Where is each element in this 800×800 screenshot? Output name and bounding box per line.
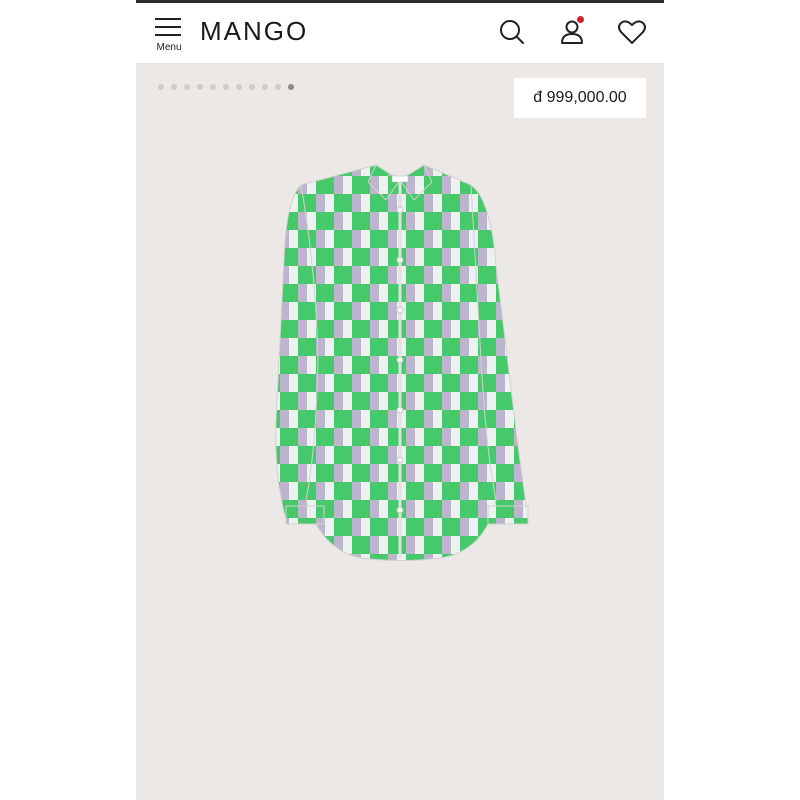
pagination-dot[interactable] bbox=[171, 84, 177, 90]
pagination-dot[interactable] bbox=[223, 84, 229, 90]
search-icon[interactable] bbox=[496, 16, 528, 48]
image-pagination[interactable] bbox=[158, 84, 294, 90]
product-image[interactable] bbox=[136, 140, 664, 580]
heart-icon[interactable] bbox=[616, 16, 648, 48]
phone-screen: Menu MANGO đ 999,000.00 bbox=[136, 0, 664, 800]
menu-button[interactable]: Menu bbox=[152, 16, 186, 56]
pagination-dot[interactable] bbox=[158, 84, 164, 90]
menu-label: Menu bbox=[156, 42, 182, 53]
pagination-dot[interactable] bbox=[210, 84, 216, 90]
pagination-dot[interactable] bbox=[262, 84, 268, 90]
status-bar-line bbox=[136, 0, 664, 3]
pagination-dot[interactable] bbox=[236, 84, 242, 90]
menu-icon-bar bbox=[155, 34, 181, 36]
price-badge: đ 999,000.00 bbox=[514, 78, 646, 118]
pagination-dot[interactable] bbox=[197, 84, 203, 90]
pagination-dot[interactable] bbox=[288, 84, 294, 90]
pagination-dot[interactable] bbox=[249, 84, 255, 90]
header: Menu MANGO bbox=[136, 0, 664, 64]
notification-dot bbox=[577, 16, 584, 23]
user-icon[interactable] bbox=[556, 16, 588, 48]
menu-icon-bar bbox=[155, 26, 181, 28]
pagination-dot[interactable] bbox=[275, 84, 281, 90]
menu-icon-bar bbox=[155, 18, 181, 20]
brand-logo[interactable]: MANGO bbox=[200, 14, 308, 48]
pagination-dot[interactable] bbox=[184, 84, 190, 90]
